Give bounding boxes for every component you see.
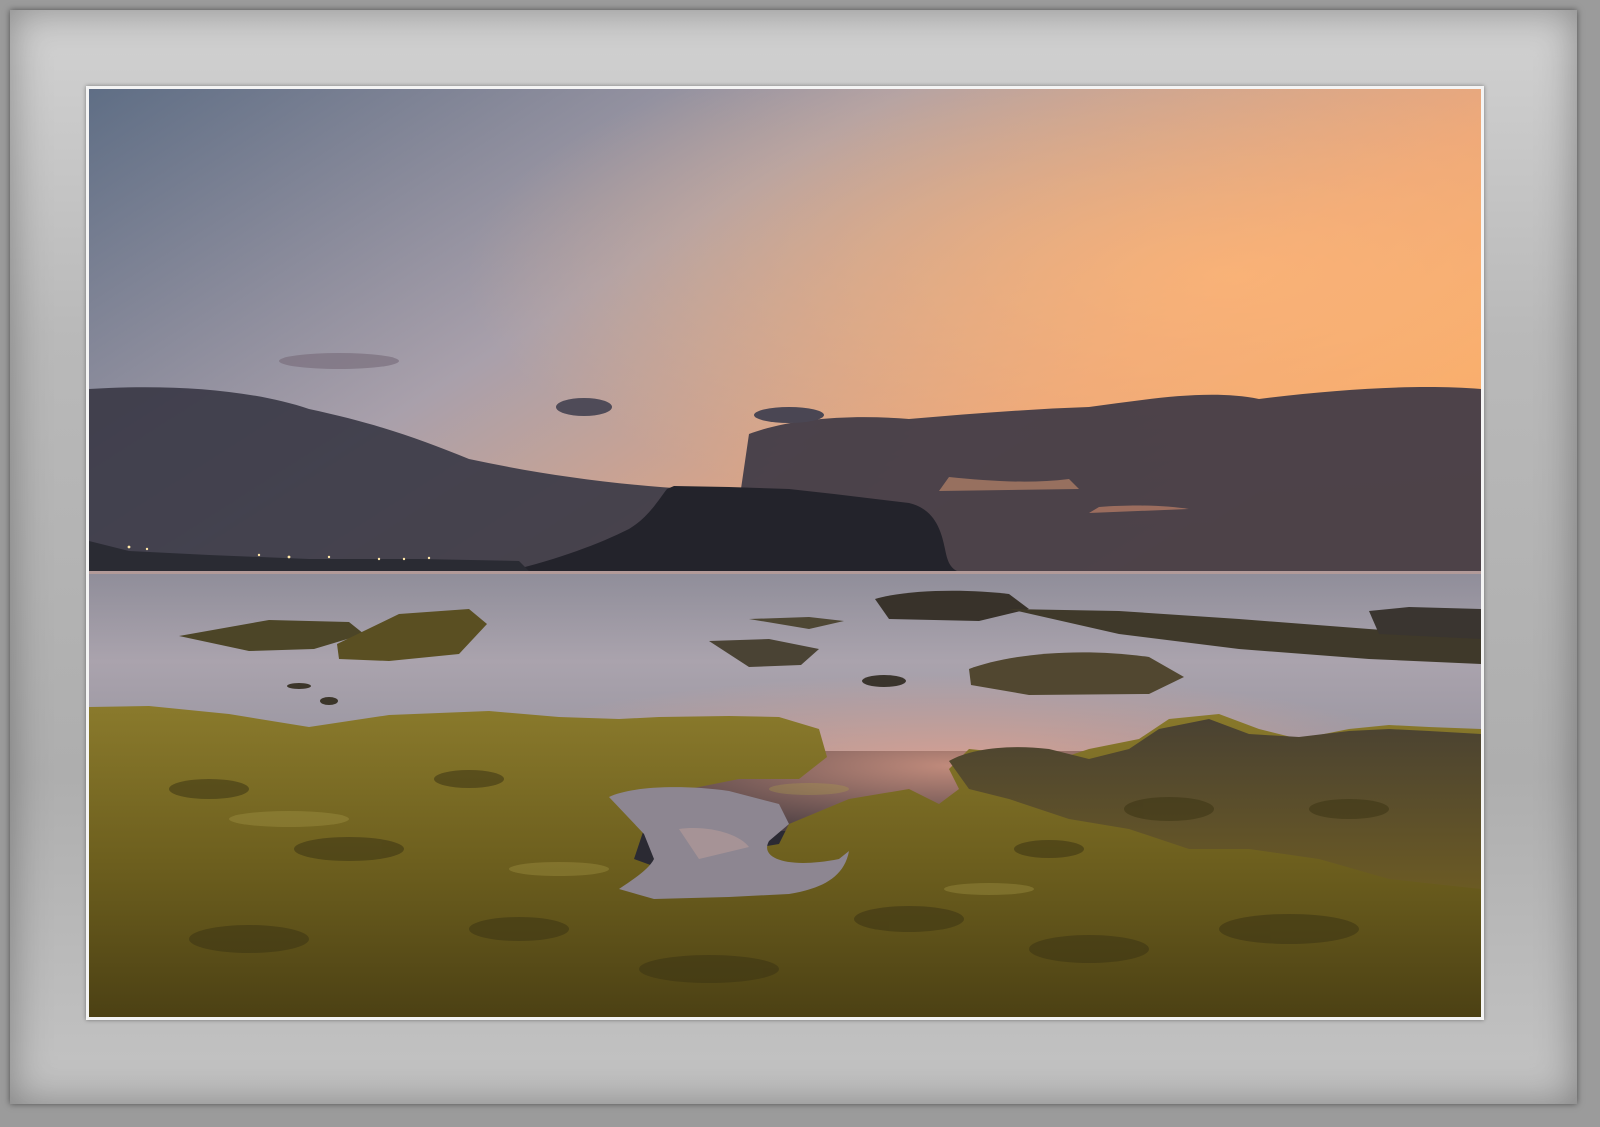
small-rock (862, 675, 906, 687)
small-cloud (556, 398, 612, 416)
small-cloud (754, 407, 824, 423)
small-rock (287, 683, 311, 689)
small-cloud (279, 353, 399, 369)
landscape-photo (89, 89, 1481, 1017)
small-rock (320, 697, 338, 705)
landscape-scene (89, 89, 1481, 1017)
mid-rock (1369, 607, 1481, 639)
